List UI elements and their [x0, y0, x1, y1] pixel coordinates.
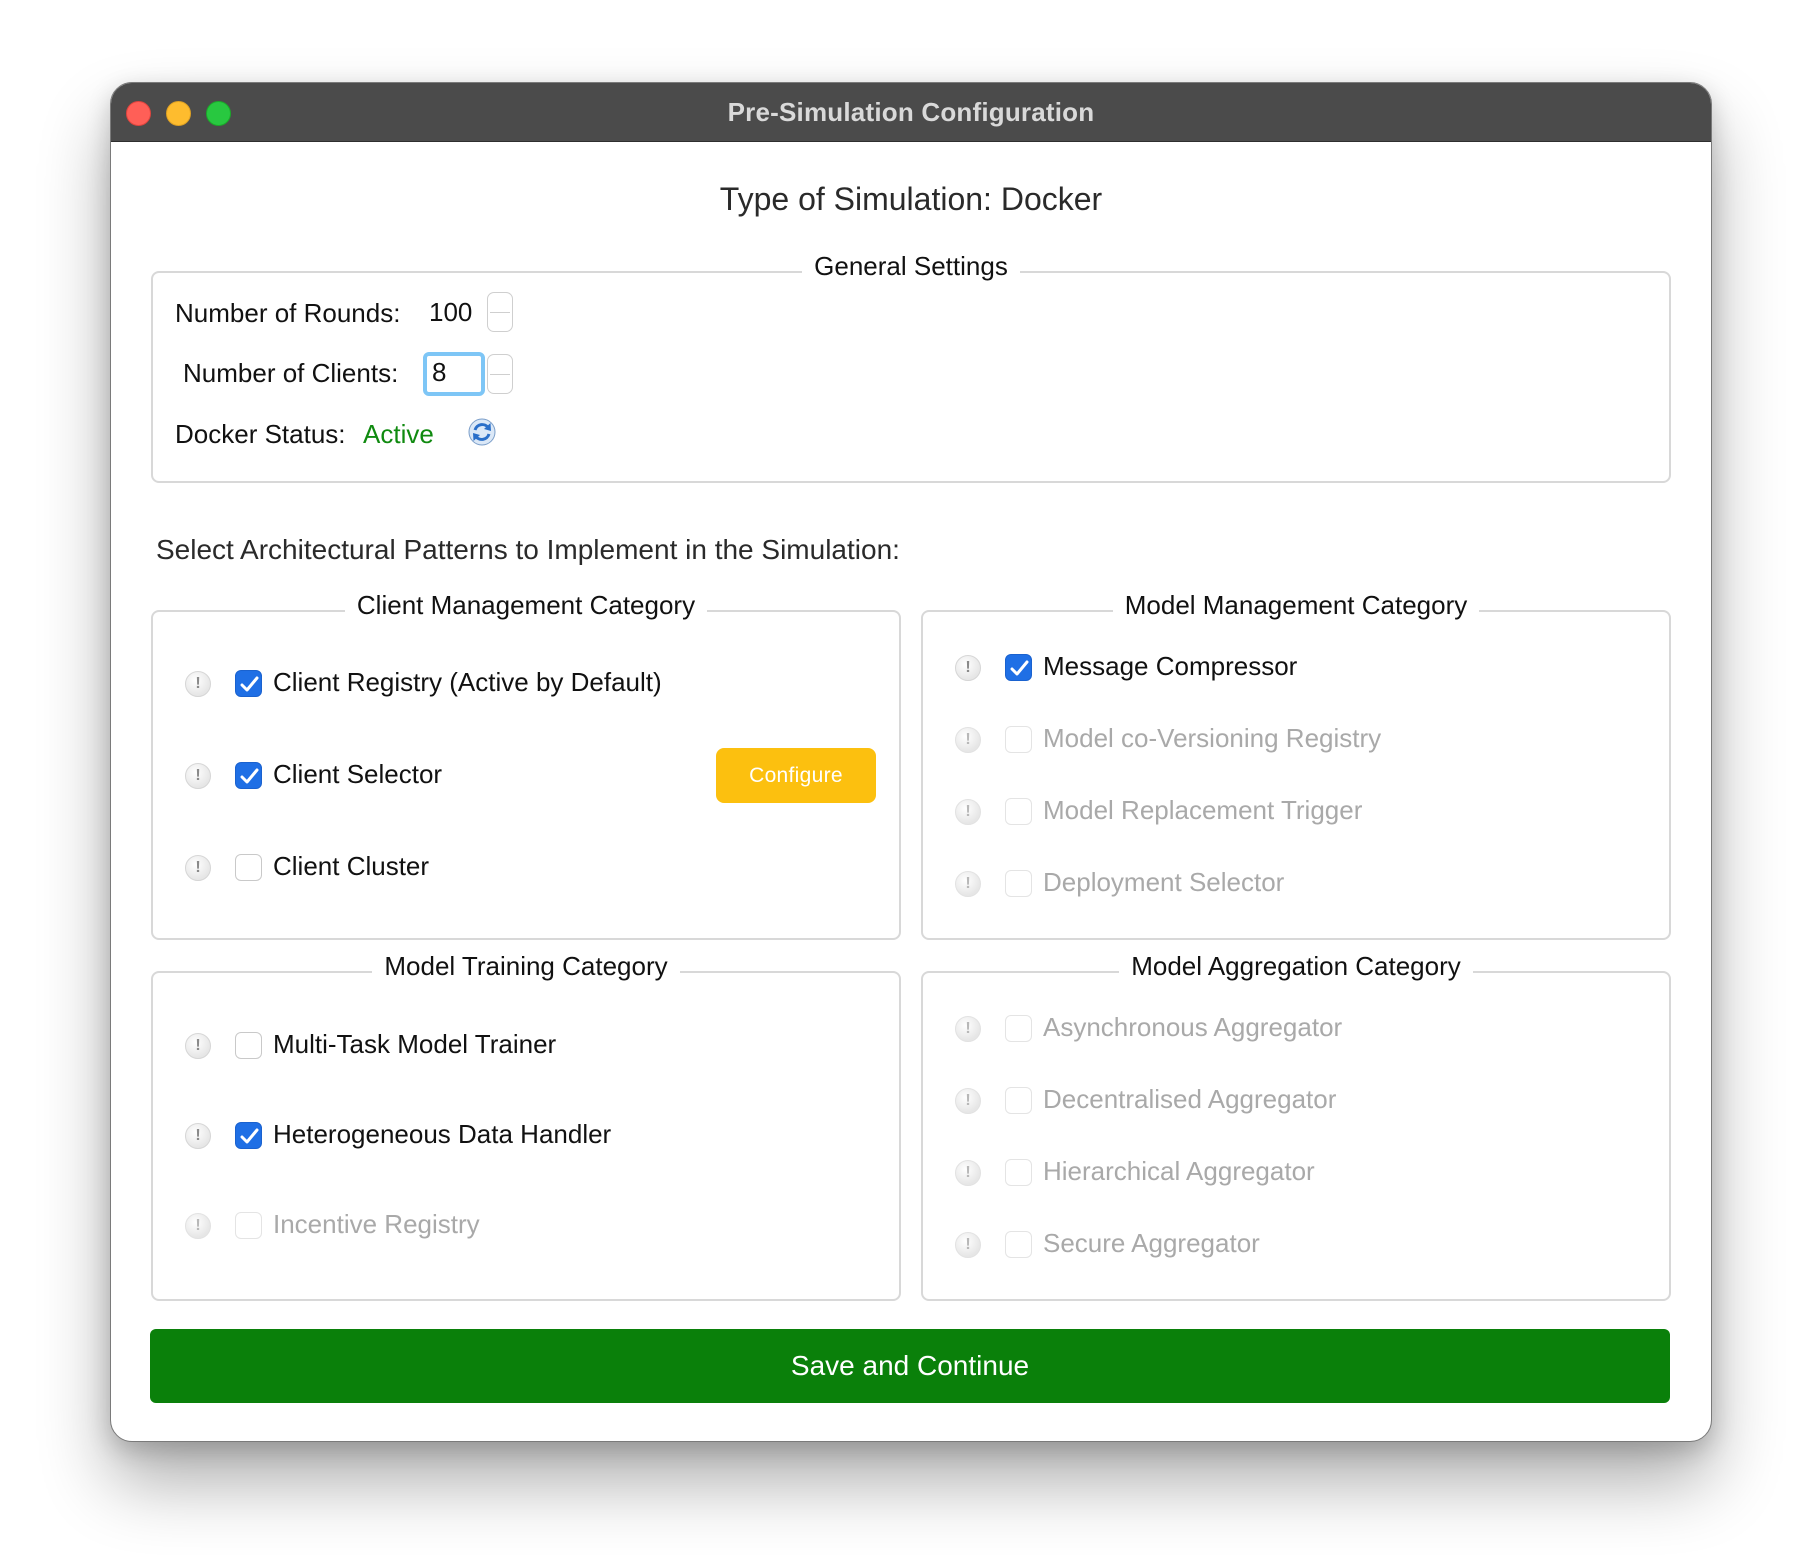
pattern-row-model-co-versioning-registry: ! Model co-Versioning Registry — [955, 723, 1635, 763]
clients-stepper[interactable] — [487, 354, 513, 394]
model-training-title: Model Training Category — [372, 951, 680, 981]
message-compressor-label: Message Compressor — [1043, 651, 1298, 681]
simulation-type-heading: Type of Simulation: Docker — [719, 181, 1103, 217]
pattern-row-multi-task-model-trainer: ! Multi-Task Model Trainer — [185, 1029, 865, 1069]
info-icon[interactable]: ! — [955, 1232, 981, 1258]
model-aggregation-title: Model Aggregation Category — [1119, 951, 1473, 981]
incentive-registry-label: Incentive Registry — [273, 1209, 480, 1239]
pattern-row-secure-aggregator: ! Secure Aggregator — [955, 1228, 1635, 1268]
client-registry-label: Client Registry (Active by Default) — [273, 667, 662, 697]
info-icon[interactable]: ! — [955, 799, 981, 825]
decentralised-aggregator-label: Decentralised Aggregator — [1043, 1084, 1337, 1114]
multi-task-model-trainer-label: Multi-Task Model Trainer — [273, 1029, 557, 1059]
client-management-group: Client Management Category ! Client Regi… — [151, 590, 901, 940]
info-icon[interactable]: ! — [185, 855, 211, 881]
secure-aggregator-label: Secure Aggregator — [1043, 1228, 1260, 1258]
model-co-versioning-registry-checkbox[interactable] — [1005, 726, 1032, 753]
clients-label: Number of Clients: — [183, 358, 399, 388]
info-icon[interactable]: ! — [185, 1213, 211, 1239]
info-icon[interactable]: ! — [185, 1033, 211, 1059]
deployment-selector-checkbox[interactable] — [1005, 870, 1032, 897]
model-management-title: Model Management Category — [1112, 590, 1480, 620]
heterogeneous-data-handler-checkbox[interactable] — [235, 1122, 262, 1149]
configure-button[interactable]: Configure — [716, 748, 876, 803]
pattern-row-asynchronous-aggregator: ! Asynchronous Aggregator — [955, 1012, 1635, 1052]
info-icon[interactable]: ! — [185, 763, 211, 789]
info-icon[interactable]: ! — [185, 1123, 211, 1149]
pattern-row-incentive-registry: ! Incentive Registry — [185, 1209, 865, 1249]
general-settings-title: General Settings — [802, 251, 1020, 281]
model-aggregation-group: Model Aggregation Category ! Asynchronou… — [921, 951, 1671, 1301]
title-bar: Pre-Simulation Configuration — [111, 83, 1711, 142]
pattern-row-decentralised-aggregator: ! Decentralised Aggregator — [955, 1084, 1635, 1124]
multi-task-model-trainer-checkbox[interactable] — [235, 1032, 262, 1059]
pattern-row-model-replacement-trigger: ! Model Replacement Trigger — [955, 795, 1635, 835]
general-settings-group: General Settings Number of Rounds: 100 N… — [151, 251, 1671, 483]
pattern-row-hierarchical-aggregator: ! Hierarchical Aggregator — [955, 1156, 1635, 1196]
rounds-stepper[interactable] — [487, 292, 513, 332]
model-management-group: Model Management Category ! Message Comp… — [921, 590, 1671, 940]
client-selector-label: Client Selector — [273, 759, 443, 789]
rounds-input[interactable]: 100 — [423, 292, 485, 332]
info-icon[interactable]: ! — [955, 1160, 981, 1186]
client-cluster-label: Client Cluster — [273, 851, 430, 881]
info-icon[interactable]: ! — [955, 1016, 981, 1042]
save-and-continue-button[interactable]: Save and Continue — [150, 1329, 1670, 1403]
pattern-row-heterogeneous-data-handler: ! Heterogeneous Data Handler — [185, 1119, 865, 1159]
hierarchical-aggregator-checkbox[interactable] — [1005, 1159, 1032, 1186]
hierarchical-aggregator-label: Hierarchical Aggregator — [1043, 1156, 1315, 1186]
info-icon[interactable]: ! — [955, 655, 981, 681]
refresh-icon[interactable] — [467, 417, 497, 447]
incentive-registry-checkbox[interactable] — [235, 1212, 262, 1239]
docker-status-value: Active — [363, 419, 434, 449]
window-title: Pre-Simulation Configuration — [727, 97, 1095, 127]
decentralised-aggregator-checkbox[interactable] — [1005, 1087, 1032, 1114]
info-icon[interactable]: ! — [955, 727, 981, 753]
pattern-row-message-compressor: ! Message Compressor — [955, 651, 1635, 691]
deployment-selector-label: Deployment Selector — [1043, 867, 1285, 897]
client-management-title: Client Management Category — [344, 590, 708, 620]
asynchronous-aggregator-checkbox[interactable] — [1005, 1015, 1032, 1042]
client-registry-checkbox[interactable] — [235, 670, 262, 697]
info-icon[interactable]: ! — [185, 671, 211, 697]
app-window: Pre-Simulation Configuration Type of Sim… — [110, 82, 1712, 1442]
clients-input[interactable]: 8 — [423, 352, 485, 396]
heterogeneous-data-handler-label: Heterogeneous Data Handler — [273, 1119, 612, 1149]
model-training-group: Model Training Category ! Multi-Task Mod… — [151, 951, 901, 1301]
docker-status-label: Docker Status: — [175, 419, 346, 449]
info-icon[interactable]: ! — [955, 871, 981, 897]
pattern-row-client-cluster: ! Client Cluster — [185, 851, 865, 891]
pattern-row-client-registry: ! Client Registry (Active by Default) — [185, 667, 865, 707]
model-replacement-trigger-checkbox[interactable] — [1005, 798, 1032, 825]
rounds-label: Number of Rounds: — [175, 298, 401, 328]
model-co-versioning-registry-label: Model co-Versioning Registry — [1043, 723, 1382, 753]
model-replacement-trigger-label: Model Replacement Trigger — [1043, 795, 1363, 825]
pattern-row-deployment-selector: ! Deployment Selector — [955, 867, 1635, 907]
secure-aggregator-checkbox[interactable] — [1005, 1231, 1032, 1258]
message-compressor-checkbox[interactable] — [1005, 654, 1032, 681]
info-icon[interactable]: ! — [955, 1088, 981, 1114]
patterns-prompt: Select Architectural Patterns to Impleme… — [156, 534, 900, 565]
client-cluster-checkbox[interactable] — [235, 854, 262, 881]
client-selector-checkbox[interactable] — [235, 762, 262, 789]
asynchronous-aggregator-label: Asynchronous Aggregator — [1043, 1012, 1343, 1042]
